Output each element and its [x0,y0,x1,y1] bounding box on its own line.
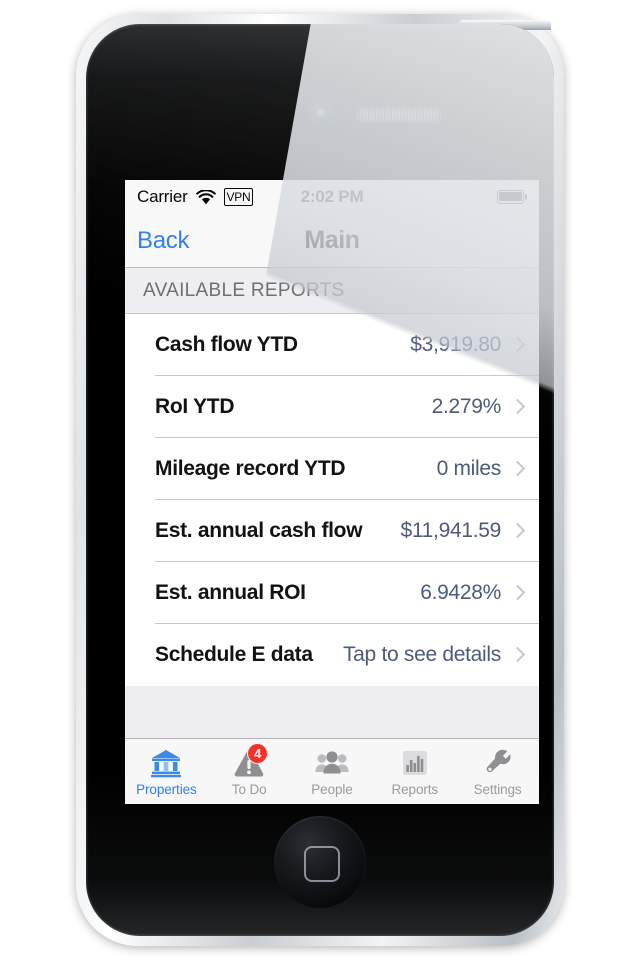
tab-reports[interactable]: Reports [373,739,456,804]
row-label: Cash flow YTD [155,333,298,356]
status-bar-left: Carrier VPN [137,187,254,207]
row-label: Est. annual ROI [155,581,306,604]
chevron-right-icon [511,645,523,665]
table-row[interactable]: Schedule E data Tap to see details [125,624,539,686]
row-value: $11,941.59 [400,519,501,542]
status-bar: Carrier VPN 2:02 PM [125,180,539,214]
table-row[interactable]: Cash flow YTD $3,919.80 [125,314,539,376]
section-header-available-reports: AVAILABLE REPORTS [125,268,539,313]
chevron-right-icon [511,521,523,541]
wrench-icon [481,747,515,779]
iphone-device-frame: Carrier VPN 2:02 PM Back Main AVAILABLE … [76,14,564,946]
tab-properties[interactable]: Properties [125,739,208,804]
people-icon [315,747,349,779]
reports-table: Cash flow YTD $3,919.80 RoI YTD 2.279% M… [125,313,539,686]
tab-to-do[interactable]: 4 To Do [208,739,291,804]
badge-count: 4 [247,742,269,764]
reports-list-container: AVAILABLE REPORTS Cash flow YTD $3,919.8… [125,268,539,738]
home-button[interactable] [274,816,366,908]
navigation-bar: Back Main [125,214,539,268]
tab-label: Settings [473,781,522,797]
front-camera-icon [310,103,333,126]
tab-label: Reports [391,781,439,797]
tab-settings[interactable]: Settings [456,739,539,804]
back-button[interactable]: Back [125,227,189,255]
tab-people[interactable]: People [291,739,374,804]
table-row[interactable]: Est. annual cash flow $11,941.59 [125,500,539,562]
row-label: Est. annual cash flow [155,519,363,542]
chevron-right-icon [511,459,523,479]
vpn-badge: VPN [223,188,254,206]
bank-icon [149,747,183,779]
phone-glass-panel: Carrier VPN 2:02 PM Back Main AVAILABLE … [86,24,554,936]
tab-label: To Do [231,781,267,797]
row-value: $3,919.80 [410,333,501,356]
bar-chart-icon [398,747,432,779]
earpiece-speaker-icon [355,107,443,123]
table-row[interactable]: RoI YTD 2.279% [125,376,539,438]
table-row[interactable]: Est. annual ROI 6.9428% [125,562,539,624]
tab-label: People [311,781,353,797]
wifi-icon [195,189,216,205]
row-label: Schedule E data [155,643,313,666]
battery-full-icon [497,190,527,204]
tab-bar: Properties 4 To Do People Reports Settin… [125,738,539,804]
row-value: 6.9428% [420,581,501,604]
phone-screen: Carrier VPN 2:02 PM Back Main AVAILABLE … [125,180,539,804]
row-label: RoI YTD [155,395,235,418]
chevron-right-icon [511,335,523,355]
row-label: Mileage record YTD [155,457,346,480]
carrier-label: Carrier [137,187,188,206]
screenshot-stage: Carrier VPN 2:02 PM Back Main AVAILABLE … [0,0,640,960]
tab-label: Properties [136,781,197,797]
chevron-right-icon [511,397,523,417]
row-value: Tap to see details [342,643,501,666]
status-bar-right [497,190,527,204]
chevron-right-icon [511,583,523,603]
warning-triangle-icon: 4 [232,742,269,779]
row-value: 0 miles [436,457,502,480]
table-row[interactable]: Mileage record YTD 0 miles [125,438,539,500]
row-value: 2.279% [431,395,502,418]
